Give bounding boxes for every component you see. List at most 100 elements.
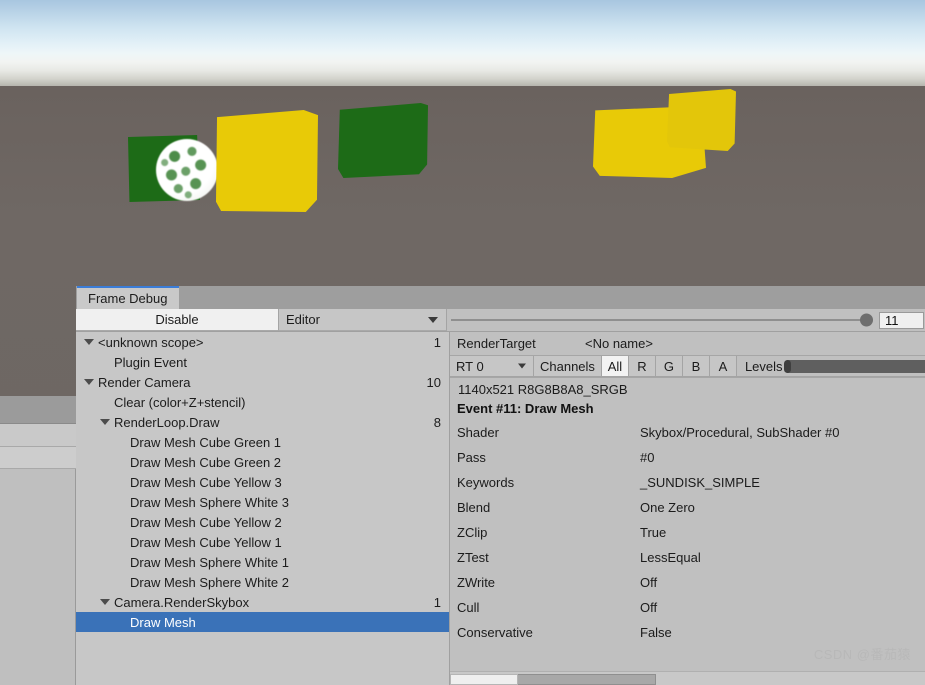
chevron-down-icon [428, 316, 438, 323]
background-panel-row-c [0, 447, 76, 469]
property-row: Shader Skybox/Procedural, SubShader #0 [450, 420, 925, 445]
property-row: Cull Off [450, 595, 925, 620]
levels-group: Levels [736, 356, 925, 377]
property-value: _SUNDISK_SIMPLE [640, 475, 760, 490]
tree-row-label: Draw Mesh Sphere White 3 [130, 494, 289, 510]
event-slider-handle[interactable] [860, 313, 873, 327]
tree-row[interactable]: <unknown scope> 1 [76, 332, 449, 352]
event-property-list: Shader Skybox/Procedural, SubShader #0 Pas… [450, 420, 925, 645]
twisty-icon[interactable] [84, 339, 94, 345]
property-row: Keywords _SUNDISK_SIMPLE [450, 470, 925, 495]
tree-row-label: Plugin Event [114, 354, 187, 370]
event-tree[interactable]: <unknown scope> 1 Plugin Event Render Camer… [76, 332, 450, 685]
tab-frame-debug[interactable]: Frame Debug [77, 286, 180, 309]
channel-button-all[interactable]: All [601, 356, 629, 377]
screen: Frame Debug Disable Editor 11 <unknown s… [0, 0, 925, 685]
channel-button-a[interactable]: A [709, 356, 737, 377]
event-slider[interactable] [451, 313, 873, 327]
property-row: ZWrite Off [450, 570, 925, 595]
csdn-watermark: CSDN @番茄猿 [813, 647, 911, 662]
chevron-down-icon [518, 363, 526, 369]
channels-label: Channels [534, 356, 602, 377]
scrollbar-thumb-left[interactable] [450, 674, 518, 685]
tree-row[interactable]: RenderLoop.Draw 8 [76, 412, 449, 432]
property-value: LessEqual [640, 550, 701, 565]
twisty-icon[interactable] [100, 419, 110, 425]
cube-face [667, 89, 736, 151]
property-row: Pass #0 [450, 445, 925, 470]
tree-row-label: Render Camera [98, 374, 191, 390]
property-row: Blend One Zero [450, 495, 925, 520]
render-target-header: RenderTarget <No name> [450, 332, 925, 356]
twisty-icon[interactable] [84, 379, 94, 385]
property-row: Conservative False [450, 620, 925, 645]
property-key: ZClip [457, 525, 488, 540]
property-value: #0 [640, 450, 655, 465]
tree-row-label: RenderLoop.Draw [114, 414, 220, 430]
event-details-panel: RenderTarget <No name> RT 0 Channels All… [450, 332, 925, 685]
skybox-gradient [0, 0, 925, 86]
tree-row[interactable]: Clear (color+Z+stencil) [76, 392, 449, 412]
property-row: ZClip True [450, 520, 925, 545]
target-dropdown[interactable]: Editor [279, 309, 447, 331]
tree-row[interactable]: Draw Mesh Cube Yellow 3 [76, 472, 449, 492]
tree-row-count: 8 [433, 414, 441, 430]
scene-object-cube-yellow-3[interactable] [667, 89, 736, 151]
tree-row[interactable]: Draw Mesh Cube Green 2 [76, 452, 449, 472]
scene-object-cube-green-2[interactable] [338, 103, 428, 178]
levels-label: Levels [744, 358, 783, 374]
tree-row-label: Draw Mesh [130, 614, 196, 630]
channel-button-g[interactable]: G [655, 356, 683, 377]
tree-row[interactable]: Render Camera 10 [76, 372, 449, 392]
tree-row-label: Camera.RenderSkybox [114, 594, 250, 610]
property-key: Keywords [457, 475, 515, 490]
tree-row[interactable]: Plugin Event [76, 352, 449, 372]
event-slider-area: 11 [447, 309, 925, 331]
property-value: Off [640, 575, 658, 590]
tree-row-label: Draw Mesh Sphere White 2 [130, 574, 289, 590]
frame-debugger-toolbar: Disable Editor 11 [76, 309, 925, 332]
event-title: Event #11: Draw Mesh [457, 401, 594, 416]
disable-button[interactable]: Disable [76, 309, 279, 331]
cube-face [338, 103, 428, 178]
tree-row-label: Draw Mesh Cube Yellow 2 [130, 514, 282, 530]
scrollbar-thumb-right[interactable] [518, 674, 656, 685]
tree-row-label: Clear (color+Z+stencil) [114, 394, 246, 410]
property-value: Skybox/Procedural, SubShader #0 [640, 425, 840, 440]
tree-row[interactable]: Draw Mesh Cube Yellow 1 [76, 532, 449, 552]
tree-row[interactable]: Draw Mesh [76, 612, 449, 632]
twisty-icon[interactable] [100, 599, 110, 605]
tree-row[interactable]: Draw Mesh Cube Green 1 [76, 432, 449, 452]
tree-row-count: 1 [433, 334, 441, 350]
levels-slider[interactable] [783, 359, 925, 373]
tree-row[interactable]: Draw Mesh Sphere White 3 [76, 492, 449, 512]
horizontal-scrollbar[interactable] [450, 671, 925, 685]
tree-row[interactable]: Draw Mesh Cube Yellow 2 [76, 512, 449, 532]
levels-slider-handle[interactable] [783, 359, 791, 373]
frame-debugger-window: Frame Debug Disable Editor 11 <unknown s… [76, 286, 925, 685]
tree-row-label: Draw Mesh Cube Green 1 [130, 434, 282, 450]
property-row: ZTest LessEqual [450, 545, 925, 570]
tree-row[interactable]: Draw Mesh Sphere White 2 [76, 572, 449, 592]
property-value: False [640, 625, 672, 640]
render-target-format: 1140x521 R8G8B8A8_SRGB [458, 382, 628, 397]
property-key: Cull [457, 600, 480, 615]
tree-row-label: Draw Mesh Cube Green 2 [130, 454, 282, 470]
rt-select-dropdown[interactable]: RT 0 [450, 356, 534, 377]
event-index-input[interactable]: 11 [879, 311, 924, 329]
scene-object-cube-yellow-1[interactable] [216, 110, 318, 212]
render-target-name: <No name> [585, 336, 653, 351]
rt-select-label: RT 0 [456, 358, 484, 374]
channel-button-r[interactable]: R [628, 356, 656, 377]
tree-row[interactable]: Draw Mesh Sphere White 1 [76, 552, 449, 572]
scene-object-sphere-white[interactable] [156, 139, 218, 201]
property-value: One Zero [640, 500, 695, 515]
tree-row-label: Draw Mesh Sphere White 1 [130, 554, 289, 570]
disable-button-label: Disable [155, 312, 199, 327]
cube-face [216, 110, 318, 212]
tree-row-count: 1 [433, 594, 441, 610]
tree-row[interactable]: Camera.RenderSkybox 1 [76, 592, 449, 612]
channel-button-b[interactable]: B [682, 356, 710, 377]
target-dropdown-label: Editor [286, 312, 320, 327]
property-key: Conservative [457, 625, 533, 640]
